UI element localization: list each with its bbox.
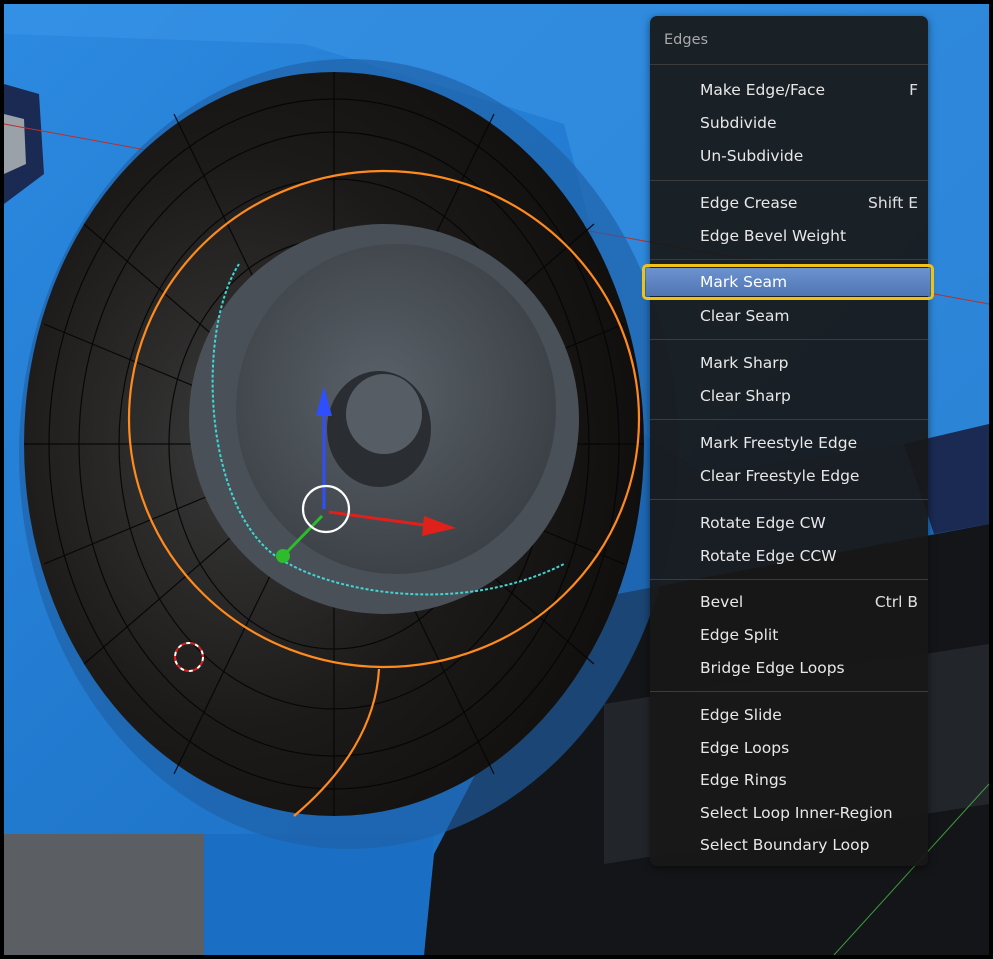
menu-item-make-edge-face[interactable]: Make Edge/Face F [650,76,928,104]
menu-item-edge-crease[interactable]: Edge Crease Shift E [650,189,928,217]
menu-separator [650,259,928,260]
menu-item-label: Select Boundary Loop [700,836,870,854]
menu-item-shortcut: F [909,81,918,99]
menu-item-bevel[interactable]: Bevel Ctrl B [650,588,928,616]
menu-item-mark-seam[interactable]: Mark Seam [642,264,934,300]
menu-item-label: Edge Rings [700,771,787,789]
menu-item-edge-bevel-weight[interactable]: Edge Bevel Weight [650,222,928,250]
menu-item-label: Edge Loops [700,739,790,757]
menu-item-label: Bevel [700,593,744,611]
menu-separator [650,499,928,500]
menu-item-rotate-edge-cw[interactable]: Rotate Edge CW [650,509,928,537]
menu-item-label: Bridge Edge Loops [700,659,845,677]
menu-separator [650,180,928,181]
menu-item-mark-sharp[interactable]: Mark Sharp [650,349,928,377]
menu-item-edge-rings[interactable]: Edge Rings [650,766,928,794]
edges-context-menu: Edges Make Edge/Face F Subdivide Un-Subd… [642,16,934,866]
menu-item-label: Edge Bevel Weight [700,227,847,245]
hub-cap-top [346,374,422,454]
menu-item-label: Rotate Edge CW [700,514,826,532]
menu-item-label: Edge Slide [700,706,782,724]
menu-item-clear-freestyle-edge[interactable]: Clear Freestyle Edge [650,462,928,490]
menu-title: Edges [664,32,709,48]
menu-item-subdivide[interactable]: Subdivide [650,109,928,137]
car-grey-bottom [4,834,214,955]
menu-item-label: Clear Seam [700,307,790,325]
screenshot-frame: Edges Make Edge/Face F Subdivide Un-Subd… [0,0,993,959]
menu-item-select-boundary-loop[interactable]: Select Boundary Loop [650,831,928,859]
menu-item-label: Mark Freestyle Edge [700,434,858,452]
menu-item-label: Rotate Edge CCW [700,547,837,565]
menu-item-mark-freestyle-edge[interactable]: Mark Freestyle Edge [650,429,928,457]
menu-separator [650,691,928,692]
menu-item-edge-slide[interactable]: Edge Slide [650,701,928,729]
menu-item-label: Edge Split [700,626,779,644]
menu-item-un-subdivide[interactable]: Un-Subdivide [650,142,928,170]
menu-item-rotate-edge-ccw[interactable]: Rotate Edge CCW [650,542,928,570]
menu-item-label: Clear Sharp [700,387,791,405]
menu-item-label: Select Loop Inner-Region [700,804,893,822]
menu-item-select-loop-inner-region[interactable]: Select Loop Inner-Region [650,799,928,827]
menu-item-label: Subdivide [700,114,777,132]
menu-separator [650,419,928,420]
menu-item-shortcut: Shift E [868,194,918,212]
menu-separator [650,64,928,65]
menu-item-label: Make Edge/Face [700,81,826,99]
menu-item-clear-seam[interactable]: Clear Seam [650,302,928,330]
menu-item-label: Edge Crease [700,194,798,212]
menu-item-label: Clear Freestyle Edge [700,467,860,485]
car-lower-blue [204,834,434,955]
menu-item-label: Un-Subdivide [700,147,804,165]
menu-item-clear-sharp[interactable]: Clear Sharp [650,382,928,410]
menu-item-edge-split[interactable]: Edge Split [650,621,928,649]
menu-item-label: Mark Sharp [700,354,789,372]
menu-separator [650,579,928,580]
menu-separator [650,339,928,340]
menu-item-edge-loops[interactable]: Edge Loops [650,734,928,762]
menu-item-bridge-edge-loops[interactable]: Bridge Edge Loops [650,654,928,682]
menu-item-label: Mark Seam [700,273,788,291]
car-grey-block [4,114,26,174]
menu-item-shortcut: Ctrl B [874,593,918,611]
